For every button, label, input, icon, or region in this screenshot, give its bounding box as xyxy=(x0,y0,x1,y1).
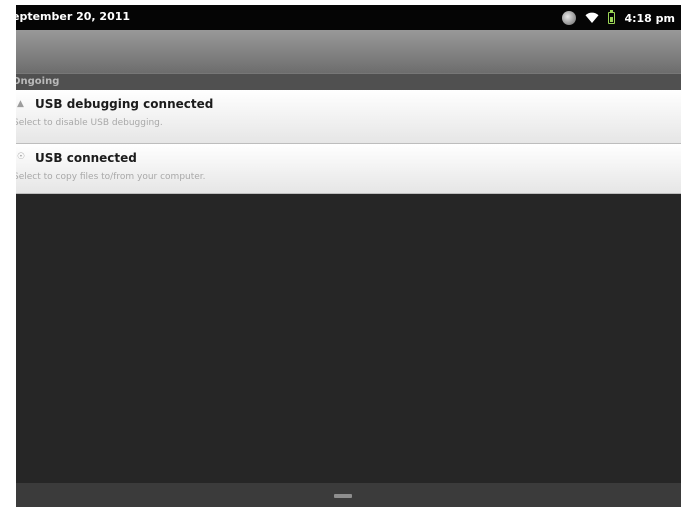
status-date: eptember 20, 2011 xyxy=(16,10,131,23)
notification-usb-debugging[interactable]: ▲ USB debugging connected Select to disa… xyxy=(16,90,681,144)
usb-icon: ☉ xyxy=(17,152,26,162)
notification-title: USB debugging connected xyxy=(35,97,214,111)
battery-icon xyxy=(608,10,616,24)
globe-icon xyxy=(562,11,577,25)
notification-title: USB connected xyxy=(35,151,137,165)
panel-header xyxy=(16,30,681,73)
notification-subtitle: Select to copy files to/from your comput… xyxy=(16,172,206,182)
drag-handle-icon[interactable] xyxy=(334,494,352,498)
notification-panel-screen: eptember 20, 2011 4:18 pm Ongoing ▲ USB … xyxy=(16,5,681,507)
notification-subtitle: Select to disable USB debugging. xyxy=(16,118,163,128)
status-bar[interactable]: eptember 20, 2011 4:18 pm xyxy=(16,5,681,30)
status-time: 4:18 pm xyxy=(624,11,675,25)
notification-usb-connected[interactable]: ☉ USB connected Select to copy files to/… xyxy=(16,144,681,194)
section-header-ongoing: Ongoing xyxy=(16,73,681,90)
status-icons: 4:18 pm xyxy=(562,8,675,28)
wifi-icon xyxy=(585,12,599,23)
android-debug-icon: ▲ xyxy=(17,99,24,109)
notification-drawer-bottom-bar[interactable] xyxy=(16,483,681,507)
section-label: Ongoing xyxy=(16,76,60,87)
